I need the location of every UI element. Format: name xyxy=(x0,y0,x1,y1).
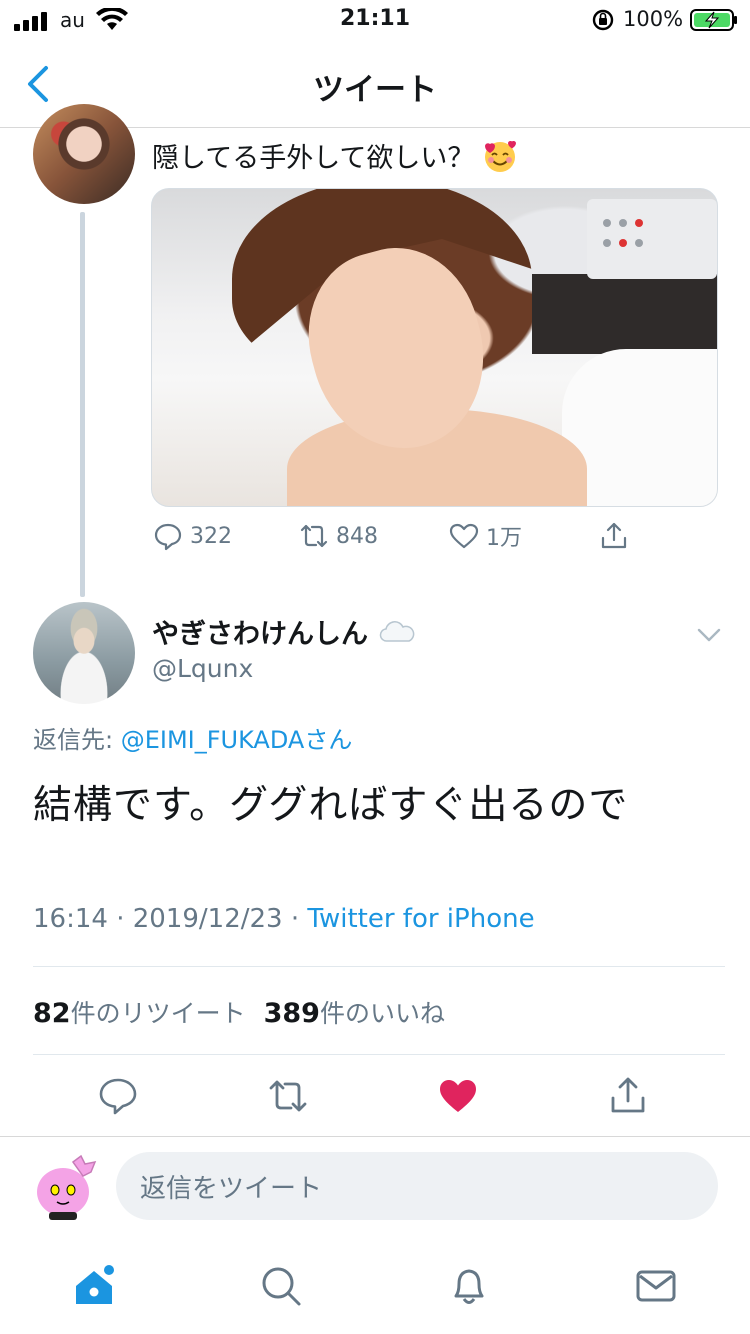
retweet-count: 848 xyxy=(336,523,378,549)
reply-to-mention[interactable]: @EIMI_FUKADAさん xyxy=(121,726,353,754)
tweet-photo[interactable] xyxy=(151,188,718,507)
battery-percent: 100% xyxy=(623,7,684,31)
tab-bar xyxy=(0,1236,750,1334)
display-name[interactable]: やぎさわけんしん xyxy=(152,612,416,651)
retweet-icon xyxy=(300,524,328,548)
messages-icon[interactable] xyxy=(634,1264,678,1308)
divider xyxy=(0,1136,750,1137)
thread-line xyxy=(80,212,85,597)
retweet-button[interactable]: 848 xyxy=(298,520,378,552)
tweet-body: 結構です。ググればすぐ出るので xyxy=(33,783,629,828)
orientation-lock-icon xyxy=(592,9,614,31)
user-handle[interactable]: @Lqunx xyxy=(152,654,253,683)
cloud-icon xyxy=(379,620,415,642)
tweet-actions xyxy=(0,1074,750,1122)
parent-tweet-text: 隠してる手外して欲しい？ xyxy=(152,136,518,175)
divider xyxy=(33,1054,725,1055)
chevron-down-icon[interactable] xyxy=(696,626,722,644)
reply-icon xyxy=(154,523,182,551)
tweet-meta: 16:14 · 2019/12/23 · Twitter for iPhone xyxy=(33,904,535,934)
display-name-text: やぎさわけんしん xyxy=(152,619,368,650)
reply-input[interactable]: 返信をツイート xyxy=(116,1152,718,1220)
like-button[interactable]: 1万 xyxy=(448,520,522,552)
reply-icon[interactable] xyxy=(96,1074,140,1118)
divider xyxy=(33,966,725,967)
my-avatar[interactable] xyxy=(33,1152,99,1220)
retweet-stat-label: 件のリツイート xyxy=(70,999,246,1028)
like-count: 1万 xyxy=(486,526,522,551)
reply-to-prefix: 返信先: xyxy=(33,726,121,754)
heart-outline-icon xyxy=(449,523,479,549)
user-avatar[interactable] xyxy=(33,602,135,704)
status-bar: au 21:11 100% xyxy=(0,0,750,40)
parent-tweet-body: 隠してる手外して欲しい？ xyxy=(152,143,475,174)
reply-button[interactable]: 322 xyxy=(152,520,232,552)
retweet-stat[interactable]: 82件のリツイート xyxy=(33,998,246,1029)
reply-to-line: 返信先: @EIMI_FUKADAさん xyxy=(33,720,352,755)
home-icon[interactable] xyxy=(72,1264,116,1308)
tweet-time: 16:14 xyxy=(33,904,108,934)
parent-tweet-actions: 322 848 1万 xyxy=(152,520,712,560)
share-button[interactable] xyxy=(598,520,636,552)
like-stat-count: 389 xyxy=(263,998,320,1029)
retweet-icon[interactable] xyxy=(266,1074,310,1118)
share-icon[interactable] xyxy=(606,1074,650,1118)
smiling-face-with-hearts-icon xyxy=(485,140,517,172)
share-icon xyxy=(601,522,627,549)
notifications-icon[interactable] xyxy=(447,1264,491,1308)
tweet-date: 2019/12/23 xyxy=(132,904,283,934)
page-title: ツイート xyxy=(313,72,437,108)
heart-filled-icon[interactable] xyxy=(436,1074,480,1118)
reply-count: 322 xyxy=(190,523,232,549)
tweet-source[interactable]: Twitter for iPhone xyxy=(307,904,534,934)
parent-tweet-avatar[interactable] xyxy=(33,104,135,204)
retweet-stat-count: 82 xyxy=(33,998,71,1029)
tweet-stats: 82件のリツイート 389件のいいね xyxy=(33,994,445,1030)
like-stat-label: 件のいいね xyxy=(319,999,445,1028)
search-icon[interactable] xyxy=(259,1264,303,1308)
like-stat[interactable]: 389件のいいね xyxy=(263,998,445,1029)
battery-charging-icon xyxy=(690,9,737,31)
